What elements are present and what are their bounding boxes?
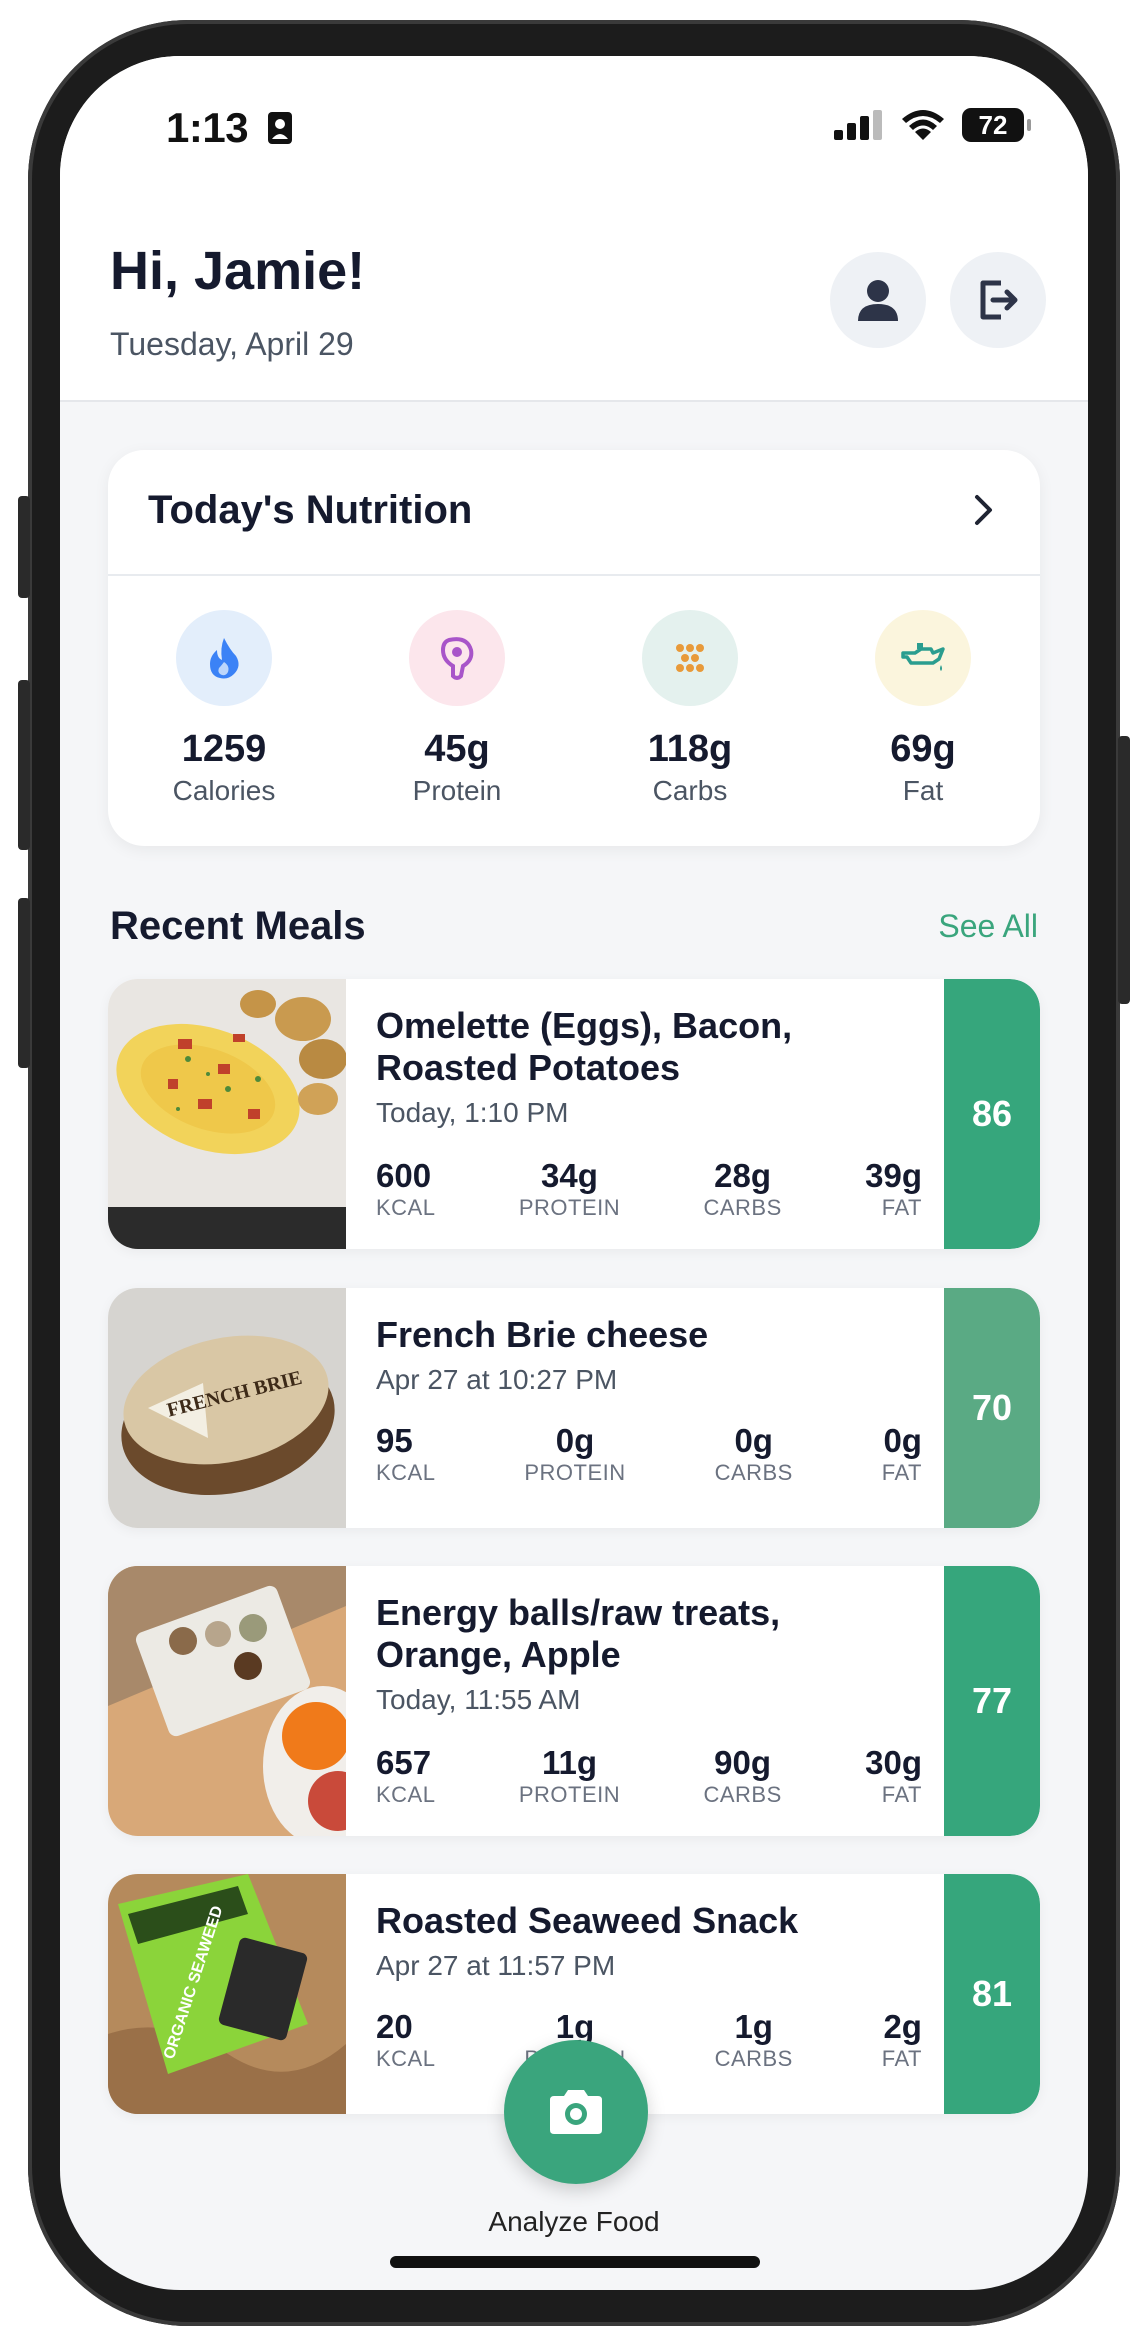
fat-label: Fat <box>902 775 944 806</box>
camera-icon <box>550 2090 602 2134</box>
meal-time: Today, 11:55 AM <box>376 1684 581 1715</box>
meal-info: Omelette (Eggs), Bacon, Roasted Potatoes… <box>376 1005 936 1129</box>
analyze-food-label: Analyze Food <box>488 2206 660 2237</box>
wifi-icon <box>902 110 944 140</box>
flame-icon <box>176 610 272 706</box>
mute-switch <box>18 496 30 598</box>
battery-indicator: 72 <box>962 108 1031 142</box>
stat-calories: 1259 Calories <box>108 574 340 846</box>
macro-kcal: 95 KCAL <box>376 1422 436 1485</box>
volume-up-button <box>18 680 30 850</box>
meal-card[interactable]: Omelette (Eggs), Bacon, Roasted Potatoes… <box>108 979 1040 1249</box>
meal-time: Apr 27 at 10:27 PM <box>376 1364 618 1395</box>
app-screen: 1:13 72 Hi, Jamie! Tuesday, April 29 Tod… <box>60 56 1088 2290</box>
logout-button[interactable] <box>950 252 1046 348</box>
grain-icon <box>642 610 738 706</box>
macro-protein: 0g PROTEIN <box>524 1422 626 1485</box>
meal-card[interactable]: FRENCH BRIE French Brie cheese Apr 27 at… <box>108 1288 1040 1528</box>
profile-button[interactable] <box>830 252 926 348</box>
nutrition-card-header[interactable]: Today's Nutrition <box>108 450 1040 576</box>
see-all-link[interactable]: See All <box>938 908 1038 945</box>
meat-icon <box>409 610 505 706</box>
macro-protein: 34g PROTEIN <box>518 1157 621 1220</box>
status-time: 1:13 <box>166 104 293 152</box>
macro-kcal: 600 KCAL <box>376 1157 436 1220</box>
health-score-badge: 81 <box>944 1874 1040 2114</box>
nutrition-card[interactable]: Today's Nutrition 1259 Calories 45g Prot… <box>108 450 1040 846</box>
macro-kcal: 20 KCAL <box>376 2008 436 2071</box>
cellular-signal-icon <box>834 110 882 140</box>
health-score-badge: 70 <box>944 1288 1040 1528</box>
macro-fat: 39g FAT <box>865 1157 922 1220</box>
volume-down-button <box>18 898 30 1068</box>
macro-fat: 2g FAT <box>881 2008 922 2071</box>
stat-fat: 69g Fat <box>807 574 1039 846</box>
header: Hi, Jamie! Tuesday, April 29 <box>60 200 1088 402</box>
power-button <box>1118 736 1130 1004</box>
macro-carbs: 90g CARBS <box>703 1744 782 1807</box>
oil-can-icon <box>875 610 971 706</box>
chevron-right-icon <box>975 495 992 525</box>
macro-carbs: 1g CARBS <box>714 2008 793 2071</box>
user-icon <box>858 280 898 321</box>
meal-info: French Brie cheese Apr 27 at 10:27 PM <box>376 1314 936 1396</box>
contact-card-icon <box>268 112 293 144</box>
meal-photo-omelette <box>108 979 346 1249</box>
logout-icon <box>980 280 1018 320</box>
status-icons: 72 <box>834 108 1031 142</box>
health-score-badge: 77 <box>944 1566 1040 1836</box>
status-bar: 1:13 72 <box>60 56 1088 200</box>
analyze-food-button[interactable] <box>504 2040 648 2184</box>
meal-info: Energy balls/raw treats, Orange, Apple T… <box>376 1592 936 1716</box>
carbs-value: 118g <box>647 728 733 770</box>
nutrition-title: Today's Nutrition <box>148 488 473 532</box>
macro-carbs: 0g CARBS <box>714 1422 793 1485</box>
home-indicator[interactable] <box>390 2256 760 2268</box>
meal-macros: 657 KCAL 11g PROTEIN 90g CARBS 30g FAT <box>376 1744 922 1808</box>
meal-photo-brie: FRENCH BRIE <box>108 1288 346 1528</box>
calories-label: Calories <box>172 775 276 806</box>
meal-name: French Brie cheese <box>376 1314 709 1355</box>
meal-photo-energy-balls <box>108 1566 346 1836</box>
meal-macros: 600 KCAL 34g PROTEIN 28g CARBS 39g FAT <box>376 1157 922 1221</box>
meal-name: Omelette (Eggs), Bacon, Roasted Potatoes <box>376 1005 793 1088</box>
macro-fat: 0g FAT <box>881 1422 922 1485</box>
meal-time: Today, 1:10 PM <box>376 1097 569 1128</box>
health-score-badge: 86 <box>944 979 1040 1249</box>
nutrition-stats: 1259 Calories 45g Protein 118g Carbs 69g… <box>108 574 1040 846</box>
macro-carbs: 28g CARBS <box>703 1157 782 1220</box>
protein-value: 45g <box>424 728 490 770</box>
meal-macros: 95 KCAL 0g PROTEIN 0g CARBS 0g FAT <box>376 1422 922 1486</box>
meal-photo-seaweed: ORGANIC SEAWEED <box>108 1874 346 2114</box>
macro-fat: 30g FAT <box>865 1744 922 1807</box>
meal-name: Roasted Seaweed Snack <box>376 1900 799 1941</box>
stat-carbs: 118g Carbs <box>574 574 806 846</box>
carbs-label: Carbs <box>652 775 728 806</box>
recent-meals-title: Recent Meals <box>110 904 366 948</box>
greeting-title: Hi, Jamie! <box>110 241 366 301</box>
current-date: Tuesday, April 29 <box>110 326 354 362</box>
macro-protein: 11g PROTEIN <box>518 1744 621 1807</box>
meal-card[interactable]: Energy balls/raw treats, Orange, Apple T… <box>108 1566 1040 1836</box>
meal-macros: 20KCAL 1gPROTEIN 1gCARBS 2gFAT <box>376 2008 922 2072</box>
meal-time: Apr 27 at 11:57 PM <box>376 1950 616 1981</box>
calories-value: 1259 <box>181 728 267 770</box>
fat-value: 69g <box>890 728 956 770</box>
meal-name: Energy balls/raw treats, Orange, Apple <box>376 1592 781 1675</box>
macro-kcal: 657 KCAL <box>376 1744 436 1807</box>
protein-label: Protein <box>412 775 502 806</box>
stat-protein: 45g Protein <box>341 574 573 846</box>
meal-info: Roasted Seaweed Snack Apr 27 at 11:57 PM <box>376 1900 936 1982</box>
